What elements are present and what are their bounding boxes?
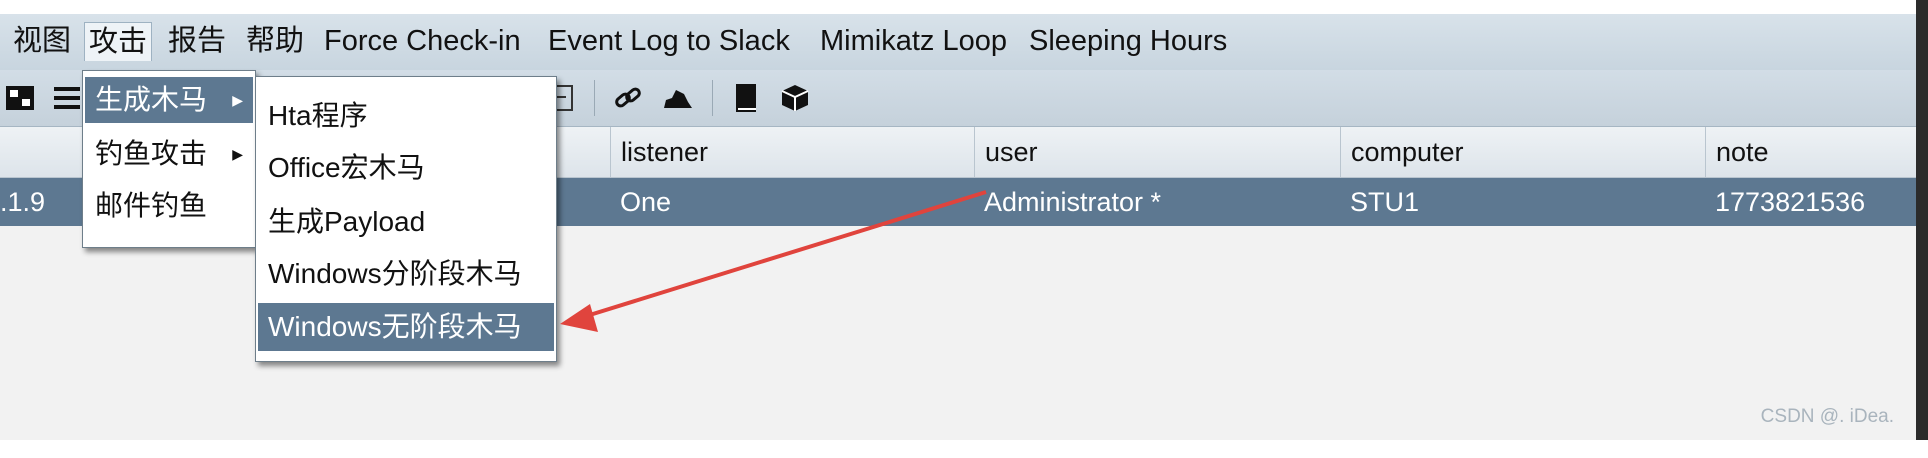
menu-item-generate-payload[interactable]: 生成Payload — [258, 199, 554, 245]
page-border — [1916, 0, 1928, 440]
menu-item-hta[interactable]: Hta程序 — [258, 93, 554, 139]
cell-internal: .1.9 — [0, 187, 46, 217]
cell-note: 1773821536 — [1715, 187, 1866, 217]
menu-item-generate-payload[interactable]: 生成木马 ▶ — [85, 77, 253, 123]
toolbar-separator — [712, 80, 713, 116]
menu-item-label: 生成木马 — [95, 84, 208, 115]
pivot-icon[interactable] — [4, 82, 38, 114]
menu-sleeping-hours[interactable]: Sleeping Hours — [1025, 22, 1231, 60]
list-icon[interactable] — [52, 82, 86, 114]
cube-icon[interactable] — [778, 82, 812, 114]
cobalt-strike-window: 视图 攻击 报告 帮助 Force Check-in Event Log to … — [0, 14, 1916, 440]
column-user[interactable]: user — [974, 127, 1340, 177]
column-listener[interactable]: listener — [610, 127, 976, 177]
attack-menu: 生成木马 ▶ 钓鱼攻击 ▶ 邮件钓鱼 — [82, 70, 256, 248]
link-icon[interactable] — [612, 82, 646, 114]
menu-item-phishing-attack[interactable]: 钓鱼攻击 ▶ — [85, 131, 253, 177]
menu-attack[interactable]: 攻击 — [84, 22, 153, 61]
payload-submenu: Hta程序 Office宏木马 生成Payload Windows分阶段木马 W… — [255, 76, 557, 362]
menu-item-label: 邮件钓鱼 — [95, 190, 208, 221]
menu-report[interactable]: 报告 — [164, 22, 230, 60]
cell-listener: One — [620, 187, 672, 217]
cloud-icon[interactable] — [660, 82, 694, 114]
cell-computer: STU1 — [1350, 187, 1420, 217]
watermark: CSDN @. iDea. — [1760, 406, 1894, 427]
menu-bar: 视图 攻击 报告 帮助 Force Check-in Event Log to … — [0, 14, 1916, 70]
column-note[interactable]: note — [1705, 127, 1916, 177]
menu-view[interactable]: 视图 — [9, 22, 75, 60]
menu-item-windows-stageless[interactable]: Windows无阶段木马 — [258, 303, 554, 351]
column-computer[interactable]: computer — [1340, 127, 1706, 177]
book-icon[interactable] — [730, 82, 764, 114]
submenu-arrow-icon: ▶ — [232, 92, 243, 108]
menu-event-log-to-slack[interactable]: Event Log to Slack — [544, 22, 794, 60]
toolbar-separator — [594, 80, 595, 116]
cell-user: Administrator * — [984, 187, 1162, 217]
menu-help[interactable]: 帮助 — [242, 22, 308, 60]
menu-mimikatz-loop[interactable]: Mimikatz Loop — [816, 22, 1011, 60]
submenu-arrow-icon: ▶ — [232, 146, 243, 162]
menu-force-checkin[interactable]: Force Check-in — [320, 22, 525, 60]
menu-item-office-macro[interactable]: Office宏木马 — [258, 145, 554, 191]
menu-item-windows-staged[interactable]: Windows分阶段木马 — [258, 251, 554, 297]
menu-item-email-phishing[interactable]: 邮件钓鱼 — [85, 183, 253, 229]
top-margin — [0, 0, 1928, 14]
menu-item-label: 钓鱼攻击 — [95, 138, 208, 169]
